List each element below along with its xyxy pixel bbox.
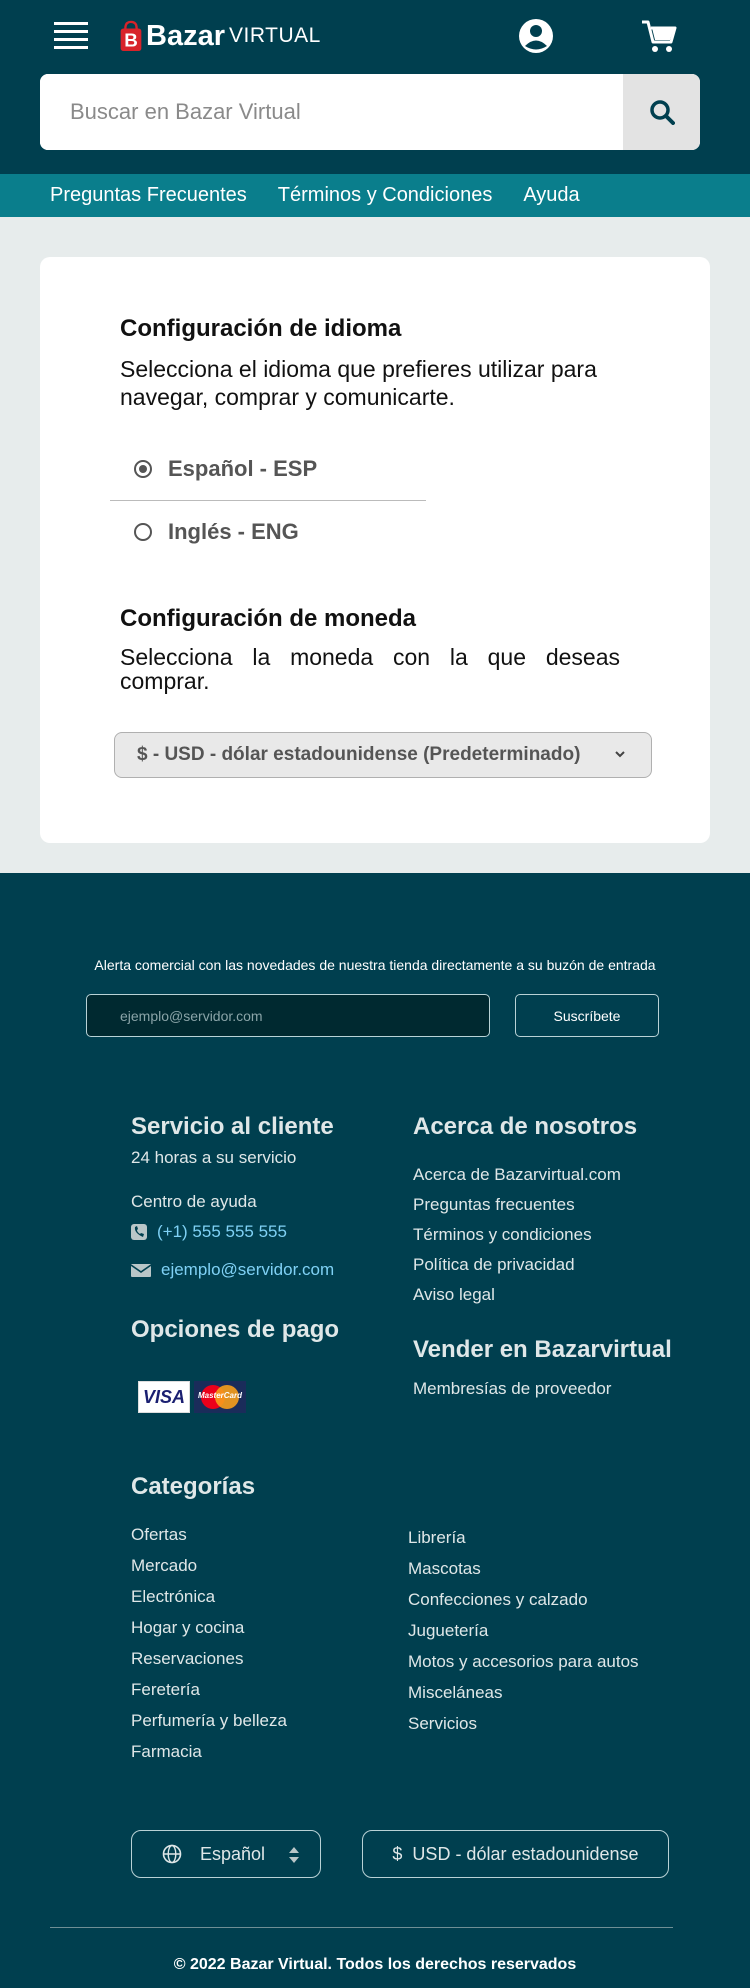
currency-settings-description: Selecciona la moneda con la que deseas c… [120,644,620,694]
language-select[interactable]: Español [131,1830,321,1878]
currency-select[interactable]: $ - USD - dólar estadounidense (Predeter… [114,732,652,778]
globe-icon [162,1844,182,1864]
chevron-down-icon [615,751,625,758]
newsletter-text: Alerta comercial con las novedades de nu… [94,957,656,973]
mastercard-logo: MasterCard [194,1381,246,1413]
payment-cards: VISA MasterCard [138,1381,246,1413]
copyright: © 2022 Bazar Virtual. Todos los derechos… [173,1956,577,1973]
language-settings-description: Selecciona el idioma que prefieres utili… [120,356,597,410]
search-input[interactable] [40,74,623,150]
phone-icon [131,1224,147,1240]
sort-arrows-icon [289,1847,299,1863]
menu-icon[interactable] [54,22,88,50]
vendor-membership-link[interactable]: Membresías de proveedor [413,1379,611,1399]
subnav: Preguntas Frecuentes Términos y Condicio… [0,174,750,217]
user-icon[interactable] [518,18,554,54]
payment-title: Opciones de pago [131,1316,340,1343]
newsletter-email-input[interactable] [86,994,490,1037]
cart-icon[interactable] [640,18,678,56]
category-link[interactable]: Ofertas [131,1525,187,1545]
email-link[interactable]: ejemplo@servidor.com [131,1260,334,1280]
privacy-link[interactable]: Política de privacidad [413,1255,575,1275]
category-link[interactable]: Hogar y cocina [131,1618,244,1638]
category-link[interactable]: Librería [408,1528,466,1548]
category-link[interactable]: Mercado [131,1556,197,1576]
settings-card: Configuración de idioma Selecciona el id… [40,257,710,843]
logo[interactable]: B Bazar VIRTUAL [118,14,321,58]
envelope-icon [131,1264,151,1277]
footer: Alerta comercial con las novedades de nu… [0,873,750,1988]
currency-select-value: $ - USD - dólar estadounidense (Predeter… [137,744,581,765]
shopping-bag-icon: B [120,20,142,52]
currency-settings-title: Configuración de moneda [120,605,417,632]
svg-text:B: B [124,29,138,50]
subnav-help[interactable]: Ayuda [523,184,579,207]
radio-unchecked-icon[interactable] [134,523,152,541]
help-center-link[interactable]: Centro de ayuda [131,1192,257,1212]
phone-link[interactable]: (+1) 555 555 555 [131,1222,287,1242]
category-link[interactable]: Reservaciones [131,1649,243,1669]
visa-logo: VISA [138,1381,190,1413]
customer-service-subtitle: 24 horas a su servicio [131,1148,297,1167]
categories-title: Categorías [131,1473,256,1500]
category-link[interactable]: Confecciones y calzado [408,1590,588,1610]
language-option-spanish[interactable]: Español - ESP [134,456,317,482]
terms-link[interactable]: Términos y condiciones [413,1225,592,1245]
footer-divider [50,1927,673,1928]
email-address: ejemplo@servidor.com [161,1260,335,1279]
radio-checked-icon[interactable] [134,460,152,478]
phone-number: (+1) 555 555 555 [157,1222,287,1241]
search-icon [649,100,675,125]
logo-text: Bazar [146,19,225,52]
subnav-faq[interactable]: Preguntas Frecuentes [50,184,247,207]
search-bar [40,74,700,150]
subnav-terms[interactable]: Términos y Condiciones [278,184,493,207]
category-link[interactable]: Mascotas [408,1559,481,1579]
category-link[interactable]: Electrónica [131,1587,215,1607]
category-link[interactable]: Perfumería y belleza [131,1711,287,1731]
mastercard-label: MasterCard [197,1391,242,1400]
customer-service-title: Servicio al cliente [131,1113,334,1140]
currency-footer-value: $ USD - dólar estadounidense [392,1843,639,1864]
language-option-english[interactable]: Inglés - ENG [134,519,299,545]
category-link[interactable]: Feretería [131,1680,200,1700]
faq-link[interactable]: Preguntas frecuentes [413,1195,575,1215]
logo-subtext: VIRTUAL [229,24,321,47]
about-link[interactable]: Acerca de Bazarvirtual.com [413,1165,621,1185]
divider [110,500,426,501]
subscribe-button[interactable]: Suscríbete [515,994,659,1037]
currency-footer-select[interactable]: $ USD - dólar estadounidense [362,1830,669,1878]
language-select-value: Español [200,1843,266,1864]
category-link[interactable]: Juguetería [408,1621,488,1641]
language-option-label: Inglés - ENG [168,519,299,544]
language-settings-title: Configuración de idioma [120,315,402,342]
header: B Bazar VIRTUAL [0,0,750,174]
category-link[interactable]: Farmacia [131,1742,202,1762]
legal-link[interactable]: Aviso legal [413,1285,495,1305]
category-link[interactable]: Servicios [408,1714,477,1734]
about-title: Acerca de nosotros [413,1113,638,1140]
search-button[interactable] [623,74,700,150]
language-option-label: Español - ESP [168,456,318,481]
category-link[interactable]: Motos y accesorios para autos [408,1652,639,1672]
category-link[interactable]: Misceláneas [408,1683,503,1703]
sell-title: Vender en Bazarvirtual [413,1336,672,1363]
